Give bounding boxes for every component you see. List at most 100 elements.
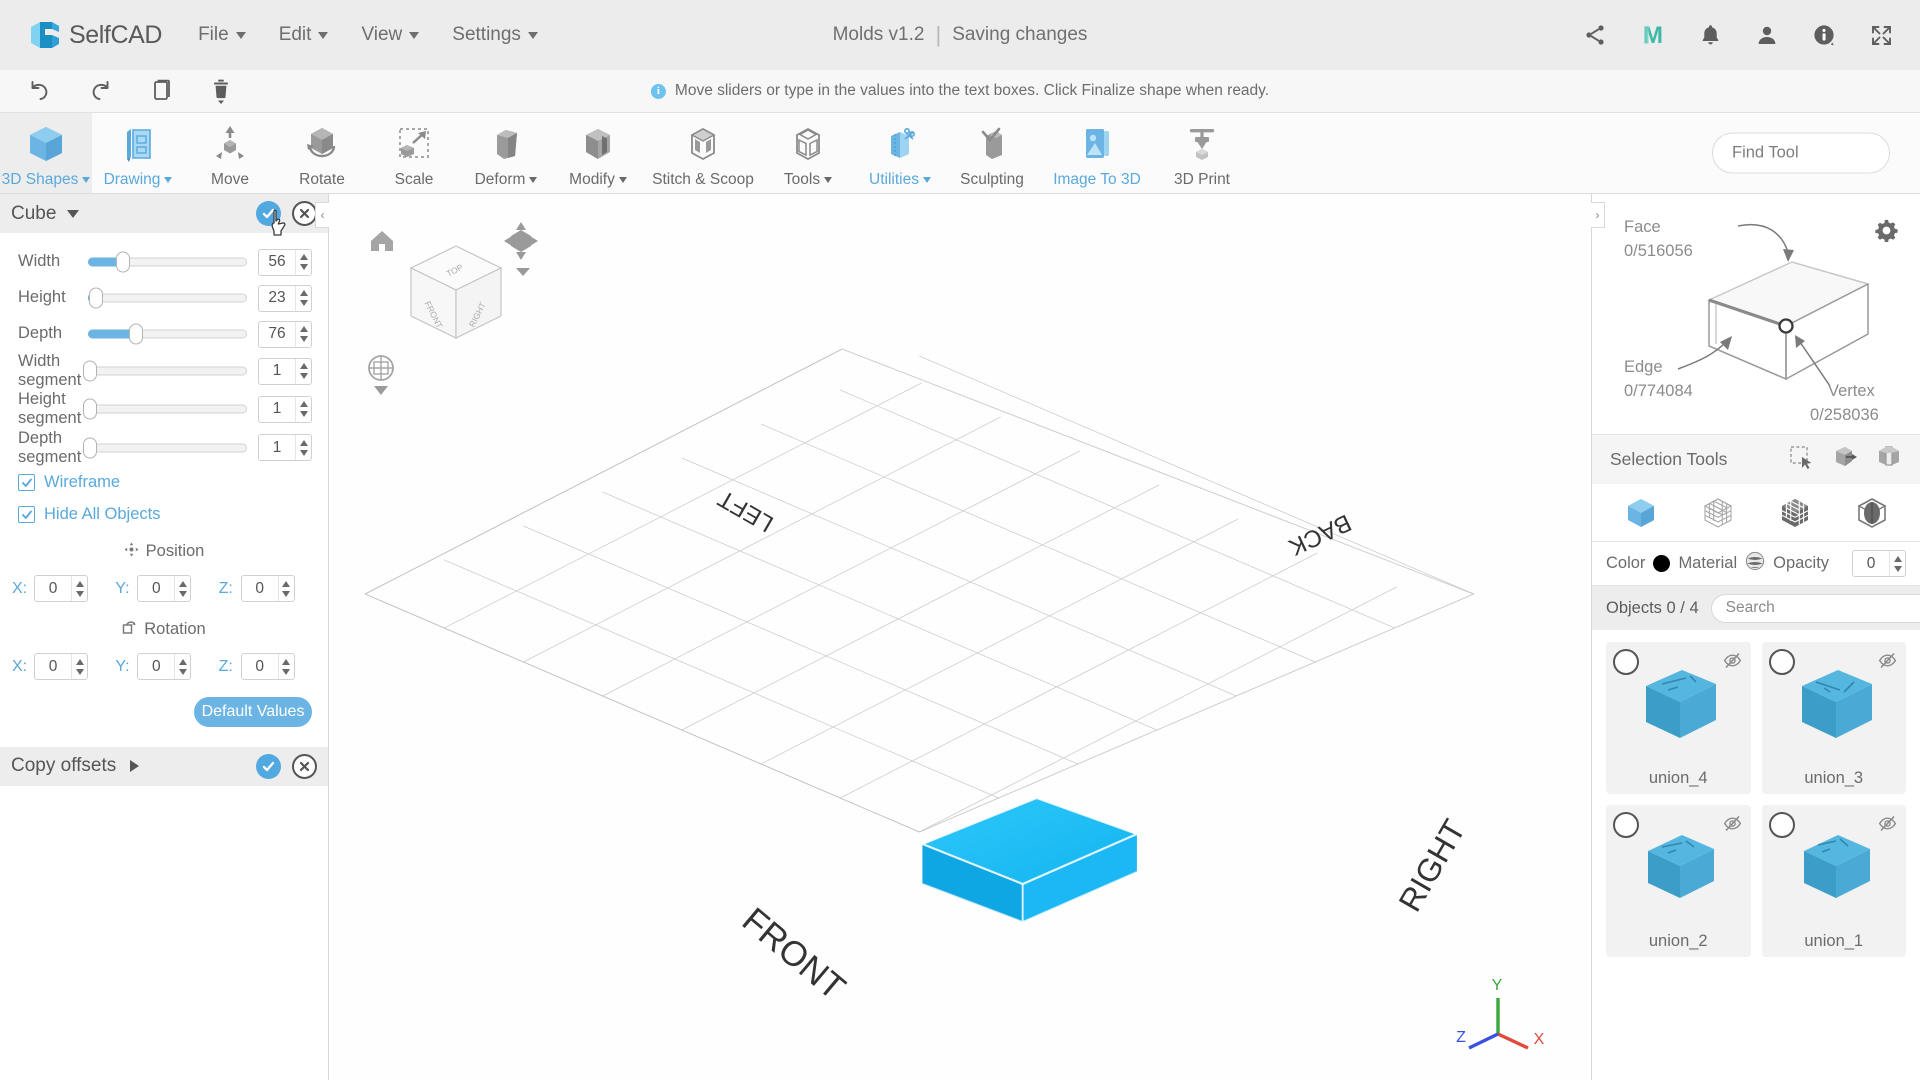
edge-mode-icon[interactable] — [1847, 495, 1897, 531]
height-numberbox[interactable] — [258, 284, 312, 312]
box-select-through-icon[interactable] — [1832, 444, 1858, 475]
ribbon-sculpting[interactable]: Sculpting — [946, 113, 1038, 193]
width-segment-slider[interactable] — [82, 360, 247, 382]
rotation-x-input[interactable] — [35, 657, 71, 676]
menu-file[interactable]: File — [198, 24, 246, 46]
ribbon-stitch-scoop[interactable]: Stitch & Scoop — [644, 113, 762, 193]
lasso-select-icon[interactable] — [1876, 444, 1902, 475]
rectangle-select-icon[interactable] — [1788, 444, 1814, 475]
confirm-shape-button[interactable] — [256, 201, 281, 226]
object-card-union-4[interactable]: union_4 — [1606, 642, 1751, 794]
position-z-input[interactable] — [241, 579, 278, 598]
collapse-right-panel-button[interactable]: › — [1591, 202, 1605, 228]
position-y-input[interactable] — [138, 579, 175, 598]
width-segment-input[interactable] — [259, 362, 295, 381]
object-card-union-3[interactable]: union_3 — [1761, 642, 1906, 794]
position-x-input[interactable] — [35, 579, 71, 598]
ribbon-deform[interactable]: Deform — [460, 113, 552, 193]
height-segment-stepper[interactable] — [295, 396, 311, 422]
brand-logo[interactable]: SelfCAD — [28, 18, 162, 52]
3d-viewport[interactable]: LEFT BACK FRONT RIGHT TOP FRONT RIGHT Y … — [329, 194, 1591, 1080]
opacity-stepper[interactable] — [1889, 551, 1905, 576]
depth-segment-stepper[interactable] — [295, 435, 311, 461]
position-y-stepper[interactable] — [174, 576, 190, 602]
find-tool-search[interactable] — [1712, 132, 1920, 174]
menu-view[interactable]: View — [361, 24, 420, 46]
position-y-numberbox[interactable] — [137, 575, 192, 603]
copy-offsets-confirm-button[interactable] — [256, 753, 281, 779]
default-values-button[interactable]: Default Values — [194, 696, 312, 727]
position-x-numberbox[interactable] — [34, 575, 88, 603]
color-swatch[interactable] — [1653, 555, 1671, 572]
chevron-right-icon[interactable] — [130, 760, 140, 773]
object-select-radio[interactable] — [1768, 649, 1795, 675]
chevron-down-icon[interactable] — [67, 209, 80, 218]
rotation-y-numberbox[interactable] — [137, 653, 192, 681]
width-slider[interactable] — [88, 251, 247, 273]
visibility-hidden-eye-icon[interactable] — [1878, 651, 1897, 675]
height-input[interactable] — [259, 289, 295, 307]
object-mode-icon[interactable] — [1616, 495, 1666, 531]
width-segment-numberbox[interactable] — [258, 357, 312, 385]
rotation-y-stepper[interactable] — [174, 654, 190, 680]
object-select-radio[interactable] — [1613, 812, 1639, 838]
ribbon-3d-shapes[interactable]: 3D Shapes — [0, 113, 92, 193]
width-segment-stepper[interactable] — [295, 358, 311, 384]
account-person-icon[interactable] — [1755, 23, 1779, 47]
ribbon-drawing[interactable]: Drawing — [92, 113, 184, 193]
position-z-numberbox[interactable] — [240, 575, 295, 603]
material-sphere-icon[interactable] — [1745, 551, 1765, 576]
height-segment-slider[interactable] — [82, 398, 247, 420]
magicavoxel-m-icon[interactable]: M — [1640, 22, 1666, 48]
notifications-bell-icon[interactable] — [1699, 23, 1722, 47]
depth-segment-input[interactable] — [259, 438, 295, 457]
ribbon-move[interactable]: Move — [184, 113, 276, 193]
hide-all-objects-checkbox[interactable] — [18, 506, 35, 524]
width-stepper[interactable] — [295, 249, 311, 275]
undo-button[interactable] — [26, 78, 52, 104]
height-slider[interactable] — [88, 287, 247, 309]
rotation-z-stepper[interactable] — [277, 654, 294, 680]
position-z-stepper[interactable] — [277, 576, 294, 602]
ribbon-3d-print[interactable]: 3D Print — [1156, 113, 1248, 193]
height-stepper[interactable] — [295, 285, 311, 311]
ribbon-scale[interactable]: Scale — [368, 113, 460, 193]
ribbon-image-to-3d[interactable]: Image To 3D — [1038, 113, 1156, 193]
objects-search-input[interactable] — [1725, 599, 1920, 617]
depth-stepper[interactable] — [295, 321, 311, 347]
share-icon[interactable] — [1583, 23, 1607, 47]
view-navigation-cube[interactable]: TOP FRONT RIGHT — [361, 216, 551, 416]
width-numberbox[interactable] — [258, 248, 312, 276]
rotation-z-numberbox[interactable] — [240, 653, 295, 681]
cancel-shape-button[interactable] — [292, 201, 317, 226]
fullscreen-icon[interactable] — [1869, 23, 1894, 48]
objects-search[interactable] — [1710, 593, 1920, 623]
rotation-x-stepper[interactable] — [71, 654, 87, 680]
position-x-stepper[interactable] — [71, 576, 87, 602]
height-segment-input[interactable] — [259, 400, 295, 419]
visibility-hidden-eye-icon[interactable] — [1878, 814, 1897, 838]
hide-all-objects-checkbox-row[interactable]: Hide All Objects — [0, 499, 328, 531]
visibility-hidden-eye-icon[interactable] — [1723, 651, 1742, 675]
face-mode-icon[interactable] — [1770, 495, 1820, 531]
depth-input[interactable] — [259, 325, 295, 343]
copy-offsets-cancel-button[interactable] — [292, 753, 317, 779]
object-card-union-1[interactable]: union_1 — [1761, 805, 1906, 957]
wireframe-checkbox-row[interactable]: Wireframe — [0, 467, 328, 499]
delete-button[interactable] — [210, 77, 232, 105]
rotation-y-input[interactable] — [138, 657, 175, 676]
depth-segment-slider[interactable] — [82, 437, 247, 459]
object-select-radio[interactable] — [1613, 649, 1639, 675]
info-icon[interactable] — [1812, 23, 1836, 47]
width-input[interactable] — [259, 253, 295, 271]
depth-segment-numberbox[interactable] — [258, 434, 312, 462]
copy-offsets-section[interactable]: Copy offsets — [0, 746, 328, 786]
object-select-radio[interactable] — [1768, 812, 1795, 838]
opacity-input[interactable] — [1853, 554, 1889, 573]
wireframe-checkbox[interactable] — [18, 474, 35, 492]
object-card-union-2[interactable]: union_2 — [1606, 805, 1751, 957]
menu-edit[interactable]: Edit — [279, 24, 329, 46]
redo-button[interactable] — [88, 78, 114, 104]
ribbon-modify[interactable]: Modify — [552, 113, 644, 193]
rotation-x-numberbox[interactable] — [34, 653, 88, 681]
